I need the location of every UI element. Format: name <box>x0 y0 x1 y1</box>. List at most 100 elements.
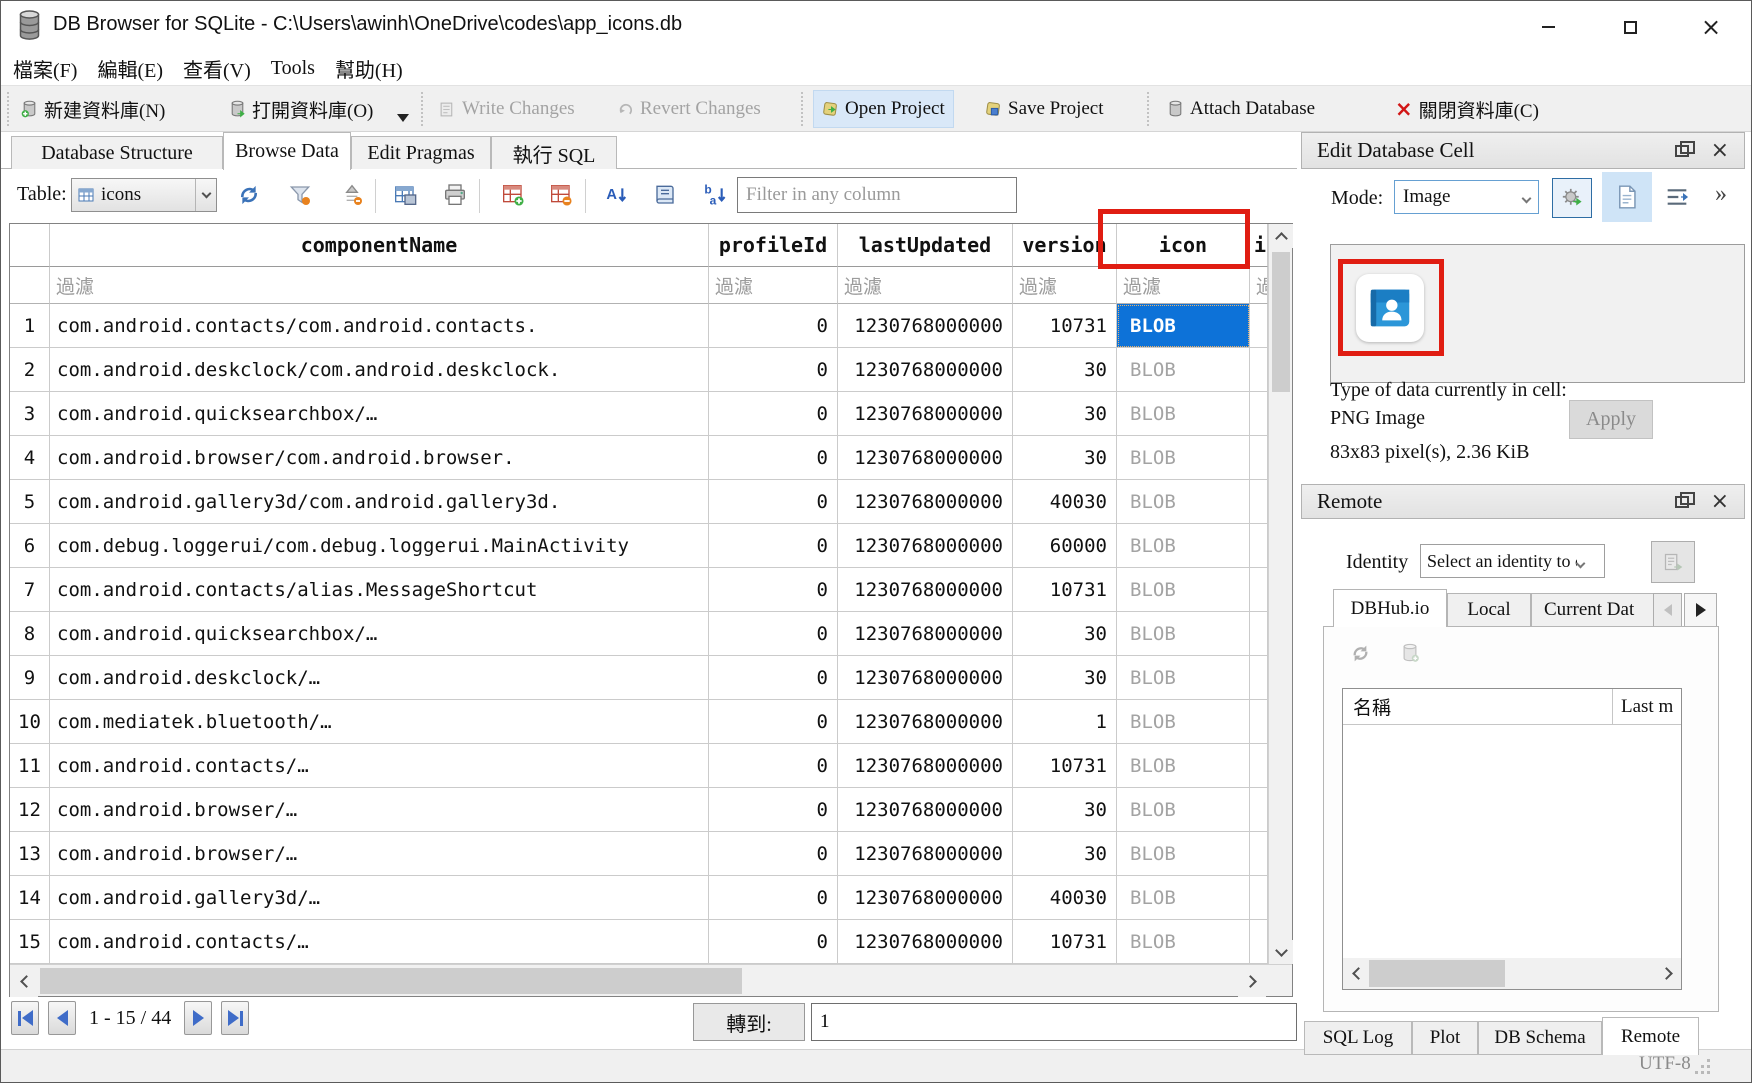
cell-componentName[interactable]: com.android.contacts/… <box>50 744 709 788</box>
tab-browse-data[interactable]: Browse Data <box>223 132 351 170</box>
filter-partial[interactable]: 過濾 <box>1250 267 1268 304</box>
cell-version[interactable]: 1 <box>1013 700 1117 744</box>
header-componentName[interactable]: componentName <box>50 224 709 267</box>
tab-execute-sql[interactable]: 執行 SQL <box>491 136 617 170</box>
cell-lastUpdated[interactable]: 1230768000000 <box>838 524 1013 568</box>
cell-icon-blob[interactable]: BLOB <box>1117 876 1250 920</box>
vertical-scrollbar[interactable] <box>1268 224 1292 964</box>
cell-profileId[interactable]: 0 <box>709 392 838 436</box>
cell-version[interactable]: 30 <box>1013 788 1117 832</box>
tab-scroll-right-button[interactable] <box>1684 593 1717 627</box>
row-number[interactable]: 12 <box>10 788 50 832</box>
cell-lastUpdated[interactable]: 1230768000000 <box>838 876 1013 920</box>
maximize-button[interactable] <box>1607 10 1653 44</box>
close-database-button[interactable]: × 關閉資料庫(C) <box>1387 90 1547 128</box>
row-number[interactable]: 10 <box>10 700 50 744</box>
row-number[interactable]: 13 <box>10 832 50 876</box>
filter-icon[interactable]: 過濾 <box>1117 267 1250 304</box>
cell-componentName[interactable]: com.android.deskclock/com.android.deskcl… <box>50 348 709 392</box>
open-database-dropdown-arrow[interactable] <box>397 114 409 122</box>
remote-list-header-name[interactable]: 名稱 <box>1343 689 1613 724</box>
cell-lastUpdated[interactable]: 1230768000000 <box>838 480 1013 524</box>
menu-tools[interactable]: Tools <box>261 54 325 83</box>
cell-lastUpdated[interactable]: 1230768000000 <box>838 304 1013 348</box>
mode-select[interactable]: Image <box>1394 180 1539 214</box>
new-database-button[interactable]: 新建資料庫(N) <box>13 90 173 128</box>
remote-list-scrollbar-thumb[interactable] <box>1369 960 1505 987</box>
scroll-left-button[interactable] <box>10 965 38 997</box>
sort-asc-button[interactable]: A <box>603 181 631 209</box>
cell-lastUpdated[interactable]: 1230768000000 <box>838 920 1013 964</box>
next-page-button[interactable] <box>184 1001 212 1035</box>
cell-componentName[interactable]: com.android.browser/… <box>50 832 709 876</box>
cell-profileId[interactable]: 0 <box>709 568 838 612</box>
cell-profileId[interactable]: 0 <box>709 348 838 392</box>
cell-componentName[interactable]: com.android.contacts/com.android.contact… <box>50 304 709 348</box>
cell-profileId[interactable]: 0 <box>709 656 838 700</box>
prev-page-button[interactable] <box>48 1001 76 1035</box>
menu-help[interactable]: 幫助(H) <box>325 51 413 86</box>
row-number[interactable]: 3 <box>10 392 50 436</box>
filter-componentName[interactable]: 過濾 <box>50 267 709 304</box>
row-number[interactable]: 15 <box>10 920 50 964</box>
cell-componentName[interactable]: com.android.deskclock/… <box>50 656 709 700</box>
cell-lastUpdated[interactable]: 1230768000000 <box>838 656 1013 700</box>
remote-scroll-right-button[interactable] <box>1655 958 1681 989</box>
row-number[interactable]: 1 <box>10 304 50 348</box>
remote-upload-button[interactable] <box>1396 639 1424 667</box>
cell-profileId[interactable]: 0 <box>709 920 838 964</box>
scroll-up-button[interactable] <box>1269 224 1293 248</box>
cell-version[interactable]: 40030 <box>1013 876 1117 920</box>
save-project-button[interactable]: Save Project <box>977 90 1112 128</box>
cell-profileId[interactable]: 0 <box>709 524 838 568</box>
cell-profileId[interactable]: 0 <box>709 480 838 524</box>
minimize-button[interactable] <box>1525 10 1571 44</box>
global-filter-input[interactable] <box>737 177 1017 213</box>
remote-list-scrollbar[interactable] <box>1343 958 1681 989</box>
first-page-button[interactable] <box>11 1001 39 1035</box>
revert-changes-button[interactable]: Revert Changes <box>609 90 769 128</box>
cell-version[interactable]: 30 <box>1013 348 1117 392</box>
cell-lastUpdated[interactable]: 1230768000000 <box>838 832 1013 876</box>
filter-button[interactable] <box>286 181 314 209</box>
cell-profileId[interactable]: 0 <box>709 436 838 480</box>
header-version[interactable]: version <box>1013 224 1117 267</box>
cell-icon-blob[interactable]: BLOB <box>1117 304 1250 348</box>
filter-lastUpdated[interactable]: 過濾 <box>838 267 1013 304</box>
row-number[interactable]: 7 <box>10 568 50 612</box>
dock-tab-plot[interactable]: Plot <box>1412 1021 1478 1055</box>
remote-tab-dbhub[interactable]: DBHub.io <box>1333 589 1447 627</box>
cell-icon-blob[interactable]: BLOB <box>1117 744 1250 788</box>
row-number[interactable]: 11 <box>10 744 50 788</box>
resize-grip-icon[interactable] <box>1695 1059 1711 1075</box>
cell-lastUpdated[interactable]: 1230768000000 <box>838 744 1013 788</box>
remote-list-header-modified[interactable]: Last m <box>1613 696 1673 718</box>
cell-version[interactable]: 40030 <box>1013 480 1117 524</box>
cell-icon-blob[interactable]: BLOB <box>1117 436 1250 480</box>
cell-version[interactable]: 30 <box>1013 832 1117 876</box>
tab-scroll-left-button[interactable] <box>1653 593 1682 627</box>
cell-icon-blob[interactable]: BLOB <box>1117 392 1250 436</box>
table-selector[interactable]: icons <box>71 178 217 212</box>
row-number[interactable]: 5 <box>10 480 50 524</box>
cell-version[interactable]: 10731 <box>1013 744 1117 788</box>
cell-version[interactable]: 30 <box>1013 656 1117 700</box>
remote-refresh-button[interactable] <box>1346 639 1374 667</box>
tab-database-structure[interactable]: Database Structure <box>11 136 223 170</box>
remote-tab-current-database[interactable]: Current Dat <box>1531 593 1655 627</box>
open-project-button[interactable]: Open Project <box>813 90 954 128</box>
cell-lastUpdated[interactable]: 1230768000000 <box>838 348 1013 392</box>
vertical-scrollbar-thumb[interactable] <box>1272 252 1290 392</box>
float-panel-icon[interactable] <box>1675 496 1689 508</box>
word-wrap-button[interactable] <box>1663 183 1691 211</box>
cell-icon-blob[interactable]: BLOB <box>1117 524 1250 568</box>
tab-edit-pragmas[interactable]: Edit Pragmas <box>351 136 491 170</box>
cell-icon-blob[interactable]: BLOB <box>1117 656 1250 700</box>
cell-componentName[interactable]: com.mediatek.bluetooth/… <box>50 700 709 744</box>
encoding-indicator[interactable]: UTF-8 <box>1639 1053 1691 1075</box>
title-bar[interactable]: DB Browser for SQLite - C:\Users\awinh\O… <box>1 1 1752 51</box>
horizontal-scrollbar-thumb[interactable] <box>40 968 742 994</box>
row-number[interactable]: 8 <box>10 612 50 656</box>
cell-version[interactable]: 30 <box>1013 436 1117 480</box>
row-number[interactable]: 6 <box>10 524 50 568</box>
